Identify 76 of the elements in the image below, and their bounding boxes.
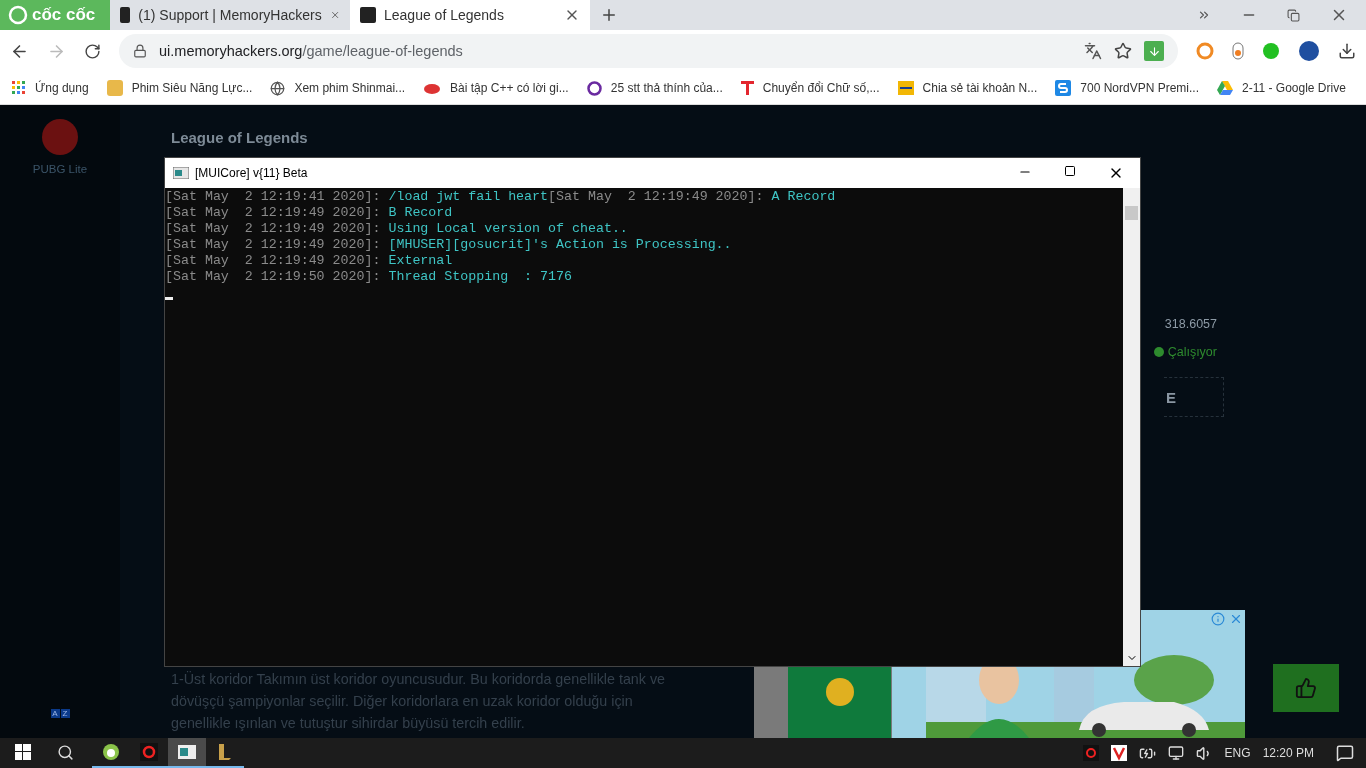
bookmark[interactable]: Bài tập C++ có lời gi... bbox=[423, 81, 569, 95]
bookmark-icon bbox=[897, 81, 914, 95]
scrollbar[interactable] bbox=[1123, 188, 1140, 666]
page-heading: League of Legends bbox=[171, 129, 309, 146]
log-message: A Record bbox=[771, 189, 836, 205]
browser-tab[interactable]: League of Legends bbox=[350, 0, 590, 30]
bookmark[interactable]: Xem phim Shinmai... bbox=[270, 80, 406, 96]
log-message: [MHUSER][gosucrit]'s Action is Processing.. bbox=[388, 237, 732, 253]
log-message: Using Local version of cheat.. bbox=[388, 221, 628, 237]
log-message: /load jwt fail heart bbox=[388, 189, 549, 205]
action-button[interactable]: E bbox=[1164, 377, 1224, 417]
bookmark[interactable]: 2-11 - Google Drive bbox=[1217, 81, 1346, 95]
timestamp: [Sat May 2 12:19:49 2020]: bbox=[165, 237, 381, 253]
language-key: A bbox=[50, 709, 60, 718]
taskbar-app[interactable] bbox=[168, 738, 206, 768]
logo-icon bbox=[8, 5, 28, 25]
browser-tab[interactable]: (1) Support | MemoryHackers bbox=[110, 0, 350, 30]
status-text: Çalışıyor bbox=[1167, 345, 1217, 359]
url-path: /game/league-of-legends bbox=[302, 43, 463, 59]
timestamp: [Sat May 2 12:19:49 2020]: bbox=[165, 221, 381, 237]
clock[interactable]: 12:20 PM bbox=[1262, 746, 1314, 760]
globe-icon bbox=[270, 80, 286, 96]
log-message: External bbox=[388, 253, 453, 269]
notifications-icon[interactable] bbox=[1336, 744, 1354, 762]
language-indicator[interactable]: ENG bbox=[1224, 746, 1251, 760]
bookmark-icon bbox=[423, 82, 442, 94]
profile-avatar[interactable] bbox=[1298, 40, 1320, 62]
bookmark-icon bbox=[740, 81, 754, 95]
site-icon bbox=[360, 7, 376, 23]
download-extension-icon[interactable] bbox=[1144, 41, 1164, 61]
restore-icon[interactable] bbox=[1287, 8, 1300, 22]
tab-search-icon[interactable] bbox=[1197, 8, 1211, 22]
bookmark-icon bbox=[586, 80, 602, 96]
address-bar[interactable]: ui.memoryhackers.org/game/league-of-legends bbox=[119, 34, 1178, 68]
bookmark-icon bbox=[1055, 80, 1072, 96]
stat-value: 318.6057 bbox=[1164, 317, 1217, 331]
timestamp: [Sat May 2 12:19:49 2020]: bbox=[548, 189, 764, 205]
text-cursor bbox=[165, 297, 173, 300]
bookmark[interactable]: Chia sẻ tài khoản N... bbox=[897, 81, 1038, 95]
like-button[interactable] bbox=[1272, 664, 1339, 712]
windows-icon bbox=[15, 744, 31, 760]
new-tab-icon[interactable] bbox=[600, 6, 618, 24]
bookmark[interactable]: Phim Siêu Năng Lực... bbox=[106, 80, 253, 96]
timestamp: [Sat May 2 12:19:50 2020]: bbox=[165, 269, 381, 285]
bookmark-icon bbox=[106, 80, 123, 96]
timestamp: [Sat May 2 12:19:41 2020]: bbox=[165, 189, 381, 205]
logo-text: cốc cốc bbox=[32, 5, 96, 25]
reload-icon[interactable] bbox=[84, 42, 101, 60]
search-icon bbox=[56, 743, 74, 761]
translate-icon[interactable] bbox=[1084, 42, 1102, 60]
log-message: B Record bbox=[388, 205, 453, 221]
site-icon bbox=[120, 7, 131, 23]
maximize-icon[interactable] bbox=[1064, 165, 1076, 177]
bookmark[interactable]: 25 stt thả thính của... bbox=[586, 80, 723, 96]
language-key: Z bbox=[60, 709, 70, 718]
scroll-thumb[interactable] bbox=[1125, 206, 1138, 220]
apps-icon bbox=[12, 81, 26, 95]
timestamp: [Sat May 2 12:19:49 2020]: bbox=[165, 205, 381, 221]
bookmark[interactable]: 700 NordVPN Premi... bbox=[1055, 80, 1199, 96]
bookmark-icon bbox=[1217, 81, 1233, 95]
console-icon bbox=[173, 167, 189, 179]
bookmark-star-icon[interactable] bbox=[1114, 42, 1132, 60]
window-title: [MUICore] v{11} Beta bbox=[195, 166, 308, 180]
console-icon bbox=[178, 745, 196, 759]
status-dot bbox=[1153, 347, 1164, 357]
extension-icon[interactable] bbox=[1232, 42, 1244, 60]
bookmark[interactable]: Chuyển đổi Chữ số,... bbox=[740, 81, 880, 95]
thumbs-up-icon bbox=[1294, 677, 1317, 699]
network-icon[interactable] bbox=[1167, 745, 1184, 761]
lock-icon bbox=[133, 44, 147, 58]
download-icon[interactable] bbox=[1338, 42, 1356, 60]
v-tray-icon[interactable] bbox=[1110, 745, 1127, 761]
url-host: ui.memoryhackers.org bbox=[159, 43, 303, 59]
bookmark[interactable]: Ứng dụng bbox=[12, 81, 89, 95]
timestamp: [Sat May 2 12:19:49 2020]: bbox=[165, 253, 381, 269]
log-message: Thread Stopping : 7176 bbox=[388, 269, 572, 285]
